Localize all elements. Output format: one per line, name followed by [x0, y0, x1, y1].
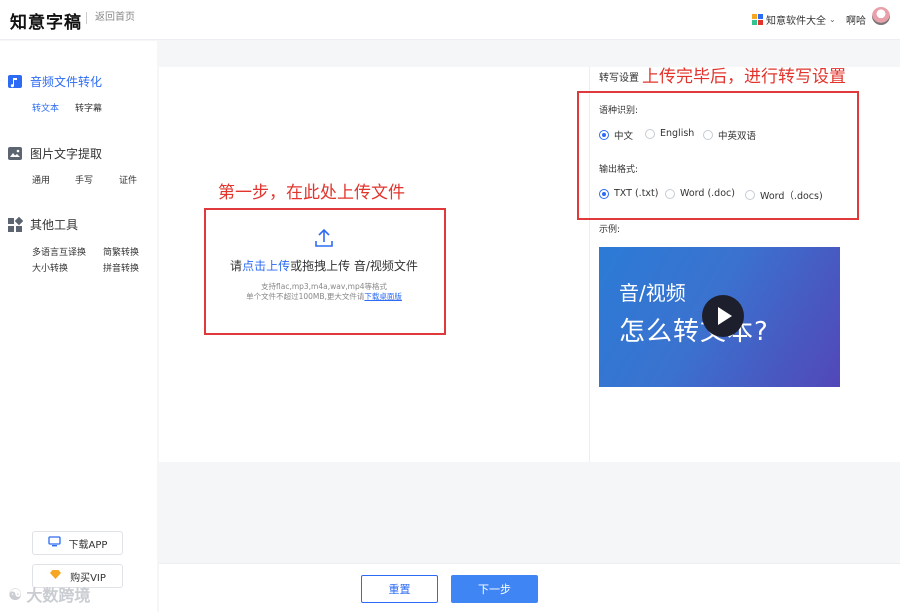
sidebar-group-tools[interactable]: 其他工具	[8, 216, 78, 233]
example-label: 示例:	[599, 225, 621, 235]
language-label: 语种识别:	[599, 106, 639, 116]
upload-prefix: 请	[230, 259, 243, 273]
sidebar-group-tools-label: 其他工具	[30, 218, 79, 232]
back-home-link[interactable]: 返回首页	[86, 12, 135, 24]
format-option-txt[interactable]: TXT (.txt)	[599, 188, 658, 199]
computer-icon	[47, 536, 61, 550]
annotation-settings: 上传完毕后，进行转写设置	[642, 67, 846, 87]
watermark-logo-icon: ☯	[8, 584, 23, 604]
app-logo[interactable]: 知意字稿	[10, 8, 82, 33]
language-option-label: 中文	[614, 131, 634, 142]
image-icon	[8, 147, 22, 160]
example-video[interactable]: 音/视频 怎么转文本?	[599, 247, 840, 387]
download-desktop-link[interactable]: 下载桌面版	[364, 292, 402, 301]
sidebar-item-id-card[interactable]: 证件	[119, 173, 137, 186]
download-app-label: 下载APP	[68, 539, 108, 551]
language-option-bilingual[interactable]: 中英双语	[703, 128, 756, 142]
language-option-english[interactable]: English	[645, 128, 694, 139]
upload-icon[interactable]	[313, 227, 335, 249]
language-option-label: English	[660, 128, 695, 139]
watermark-text: 大数跨境	[26, 586, 91, 605]
radio-icon	[645, 128, 655, 139]
format-option-doc[interactable]: Word (.doc)	[665, 188, 735, 199]
next-step-button[interactable]: 下一步	[451, 575, 538, 603]
top-bar: 知意字稿 返回首页 知意软件大全 ⌄ 啊哈	[0, 0, 900, 40]
sidebar-group-image-label: 图片文字提取	[30, 147, 103, 161]
app-grid-icon	[752, 14, 763, 25]
radio-icon	[599, 188, 609, 199]
format-option-label: TXT (.txt)	[614, 188, 659, 199]
upload-hint-size: 单个文件不超过100MB,更大文件请	[246, 292, 365, 301]
upload-suffix: 或拖拽上传 音/视频文件	[290, 259, 418, 273]
radio-icon	[665, 188, 675, 199]
sidebar-item-simp-trad[interactable]: 简繁转换	[103, 245, 139, 258]
vip-diamond-icon	[49, 569, 62, 583]
reset-button[interactable]: 重置	[361, 575, 438, 603]
software-suite-label: 知意软件大全	[766, 16, 826, 27]
audio-file-icon	[8, 75, 22, 88]
sidebar-item-to-subtitle[interactable]: 转字幕	[75, 101, 102, 114]
sidebar-item-general[interactable]: 通用	[32, 173, 50, 186]
settings-title: 转写设置	[599, 73, 639, 84]
watermark: ☯ 大数跨境	[8, 582, 90, 606]
radio-icon	[703, 130, 713, 140]
radio-icon	[745, 190, 755, 200]
sidebar-group-image[interactable]: 图片文字提取	[8, 145, 102, 162]
chevron-down-icon: ⌄	[829, 15, 836, 24]
format-option-label: Word（.docs)	[760, 191, 823, 202]
sidebar-group-audio-label: 音频文件转化	[30, 75, 103, 89]
sidebar-item-to-text[interactable]: 转文本	[32, 101, 59, 114]
sidebar-item-case-convert[interactable]: 大小转换	[32, 261, 68, 274]
sidebar-item-handwriting[interactable]: 手写	[75, 173, 93, 186]
click-upload-link[interactable]: 点击上传	[242, 259, 290, 273]
play-icon[interactable]	[702, 295, 744, 337]
format-option-docs[interactable]: Word（.docs)	[745, 188, 823, 202]
sidebar	[0, 41, 157, 612]
language-option-chinese[interactable]: 中文	[599, 128, 633, 142]
language-option-label: 中英双语	[718, 131, 757, 142]
username[interactable]: 啊哈	[846, 12, 866, 27]
download-app-button[interactable]: 下载APP	[32, 531, 123, 555]
format-option-label: Word (.doc)	[680, 188, 735, 199]
tools-grid-icon	[8, 216, 24, 232]
avatar[interactable]	[872, 7, 890, 25]
radio-icon	[599, 130, 609, 140]
sidebar-group-audio[interactable]: 音频文件转化	[8, 73, 102, 90]
software-suite-dropdown[interactable]: 知意软件大全 ⌄	[752, 12, 836, 27]
upload-hint-formats: 支持flac,mp3,m4a,wav,mp4等格式	[261, 282, 387, 291]
video-title-line2: 怎么转文本?	[619, 317, 769, 347]
format-label: 输出格式:	[599, 165, 639, 175]
upload-hint: 支持flac,mp3,m4a,wav,mp4等格式 单个文件不超过100MB,更…	[204, 282, 444, 302]
video-title-line1: 音/视频	[619, 281, 686, 305]
sidebar-item-translate[interactable]: 多语言互译换	[32, 245, 86, 258]
annotation-step1: 第一步，在此处上传文件	[218, 183, 405, 203]
sidebar-item-pinyin[interactable]: 拼音转换	[103, 261, 139, 274]
upload-instruction: 请点击上传或拖拽上传 音/视频文件	[204, 257, 444, 274]
